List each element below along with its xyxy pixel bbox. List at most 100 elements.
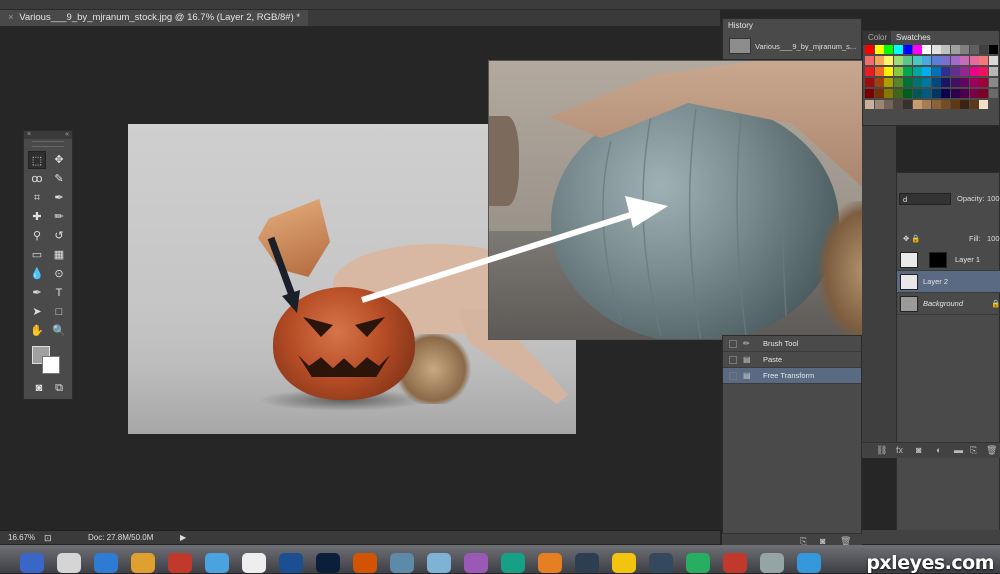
adjustment-layer-icon[interactable]: ◐ [936, 445, 941, 455]
color-swatch[interactable] [988, 67, 998, 76]
color-swatch[interactable] [969, 78, 979, 87]
color-swatch[interactable] [912, 89, 922, 98]
color-swatch[interactable] [931, 45, 941, 54]
color-swatch[interactable] [979, 100, 988, 109]
close-tab-icon[interactable]: × [8, 12, 14, 23]
color-swatch[interactable] [893, 78, 903, 87]
collapse-panel-icon[interactable]: « [65, 131, 69, 139]
zoom-tool-icon[interactable]: 🔍 [50, 322, 68, 340]
dock-app-icon[interactable] [464, 553, 488, 573]
color-swatch[interactable] [941, 67, 950, 76]
color-swatch[interactable] [960, 89, 969, 98]
color-swatch[interactable] [969, 45, 979, 54]
color-swatch[interactable] [903, 56, 912, 65]
marquee-tool-icon[interactable]: ⬚ [28, 151, 46, 169]
shape-tool-icon[interactable]: □ [50, 303, 68, 321]
color-swatch[interactable] [912, 56, 922, 65]
color-swatch[interactable] [865, 56, 874, 65]
color-swatch[interactable] [884, 56, 893, 65]
color-swatch[interactable] [988, 45, 998, 54]
dock-app-icon[interactable] [760, 553, 784, 573]
dock-app-icon[interactable] [797, 553, 821, 573]
color-swatch[interactable] [874, 67, 884, 76]
zoom-level[interactable]: 16.67% [8, 531, 35, 545]
gradient-tool-icon[interactable]: ▦ [50, 246, 68, 264]
layer-mask-thumbnail[interactable] [929, 252, 947, 268]
history-brush-icon[interactable]: ↺ [50, 227, 68, 245]
healing-tool-icon[interactable]: ✚ [28, 208, 46, 226]
color-swatch[interactable] [884, 89, 893, 98]
dock-app-icon[interactable] [390, 553, 414, 573]
color-swatch[interactable] [874, 100, 884, 109]
blur-tool-icon[interactable]: 💧 [28, 265, 46, 283]
color-swatch[interactable] [979, 67, 988, 76]
quick-select-tool-icon[interactable]: ✎ [50, 170, 68, 188]
color-swatch[interactable] [884, 67, 893, 76]
color-swatch[interactable] [865, 100, 874, 109]
color-swatch[interactable] [950, 100, 960, 109]
color-swatch[interactable] [912, 67, 922, 76]
lock-icons[interactable]: ✥ 🔒 [903, 229, 921, 249]
delete-layer-icon[interactable]: 🗑 [986, 445, 997, 456]
color-swatch[interactable] [893, 45, 903, 54]
dock-app-icon[interactable] [94, 553, 118, 573]
color-swatch[interactable] [960, 45, 969, 54]
move-tool-icon[interactable]: ✥ [50, 151, 68, 169]
panel-grip[interactable] [32, 141, 64, 147]
new-group-icon[interactable]: ▬ [954, 445, 963, 455]
history-checkbox[interactable] [729, 340, 737, 348]
new-layer-icon[interactable]: ⎘ [970, 445, 977, 456]
lasso-tool-icon[interactable]: ꝏ [28, 170, 46, 188]
color-swatch[interactable] [941, 56, 950, 65]
close-panel-icon[interactable]: × [27, 131, 31, 139]
color-swatch[interactable] [922, 67, 931, 76]
color-swatch[interactable] [893, 100, 903, 109]
color-swatch[interactable] [874, 45, 884, 54]
color-swatch[interactable] [950, 89, 960, 98]
dock-app-icon[interactable] [686, 553, 710, 573]
history-step[interactable]: ▤ Paste [723, 352, 861, 368]
opacity-value[interactable]: 100 [987, 189, 1000, 209]
eraser-tool-icon[interactable]: ▭ [28, 246, 46, 264]
color-swatch[interactable] [884, 100, 893, 109]
status-menu-icon[interactable]: ⊡ [44, 531, 52, 545]
color-swatch[interactable] [865, 89, 874, 98]
dock-app-icon[interactable] [538, 553, 562, 573]
tab-swatches[interactable]: Swatches [891, 31, 936, 45]
status-arrow-icon[interactable]: ▶ [180, 531, 186, 545]
dock-app-icon[interactable] [649, 553, 673, 573]
color-swatch[interactable] [865, 45, 874, 54]
eyedropper-tool-icon[interactable]: ✒ [50, 189, 68, 207]
color-swatch[interactable] [941, 89, 950, 98]
color-swatch[interactable] [912, 45, 922, 54]
dock-app-icon[interactable] [20, 553, 44, 573]
color-swatch[interactable] [922, 89, 931, 98]
dock-app-icon[interactable] [353, 553, 377, 573]
color-swatch[interactable] [931, 67, 941, 76]
color-swatch[interactable] [941, 78, 950, 87]
color-swatch[interactable] [988, 89, 998, 98]
color-swatch[interactable] [922, 100, 931, 109]
color-swatch[interactable] [874, 78, 884, 87]
color-swatch[interactable] [969, 67, 979, 76]
dock-app-icon[interactable] [205, 553, 229, 573]
dock-app-icon[interactable] [279, 553, 303, 573]
screen-mode-icon[interactable]: ⧉ [50, 379, 68, 397]
color-swatch[interactable] [884, 45, 893, 54]
document-tab[interactable]: × Various___9_by_mjranum_stock.jpg @ 16.… [0, 10, 309, 26]
color-swatch[interactable] [922, 56, 931, 65]
color-swatch[interactable] [979, 45, 988, 54]
color-swatch[interactable] [931, 56, 941, 65]
layer-mask-icon[interactable]: ◙ [916, 445, 921, 455]
color-swatch[interactable] [988, 78, 998, 87]
color-swatch[interactable] [931, 89, 941, 98]
dock-app-icon[interactable] [575, 553, 599, 573]
dock-app-icon[interactable] [501, 553, 525, 573]
path-select-icon[interactable]: ➤ [28, 303, 46, 321]
history-checkbox[interactable] [729, 372, 737, 380]
color-swatch[interactable] [960, 56, 969, 65]
dock-app-icon[interactable] [612, 553, 636, 573]
color-swatch[interactable] [988, 100, 998, 109]
color-swatch[interactable] [903, 45, 912, 54]
fx-icon[interactable]: fx [896, 445, 903, 455]
